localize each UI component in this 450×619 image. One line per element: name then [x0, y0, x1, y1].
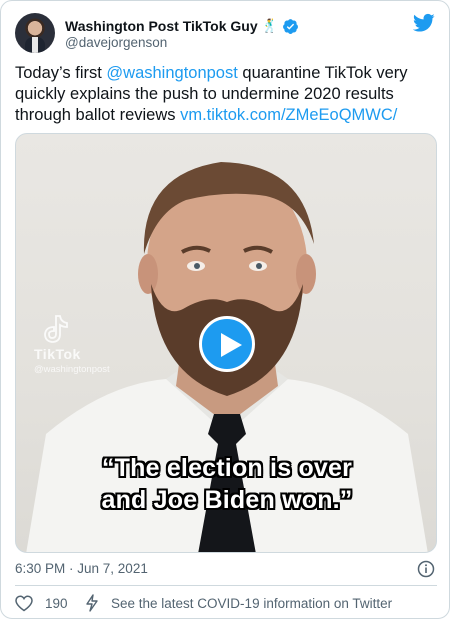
like-count: 190: [45, 595, 68, 611]
tiktok-watermark-user: @washingtonpost: [34, 364, 110, 375]
video-player[interactable]: TikTok @washingtonpost “The election is …: [15, 133, 437, 553]
avatar[interactable]: [15, 13, 55, 53]
play-button[interactable]: [199, 316, 255, 372]
covid-info-text: See the latest COVID-19 information on T…: [111, 595, 393, 611]
like-button[interactable]: 190: [15, 593, 68, 613]
dancer-emoji: 🕺: [261, 18, 278, 33]
twitter-bird-icon[interactable]: [413, 13, 435, 33]
user-handle[interactable]: @davejorgenson: [65, 35, 167, 50]
display-name[interactable]: Washington Post TikTok Guy: [65, 18, 258, 34]
lightning-icon: [86, 594, 98, 612]
tweet-card: Washington Post TikTok Guy 🕺 @davejorgen…: [0, 0, 450, 619]
covid-info-link[interactable]: See the latest COVID-19 information on T…: [85, 593, 392, 613]
tweet-text: Today’s first @washingtonpost quarantine…: [15, 63, 437, 126]
divider: [15, 585, 437, 586]
tiktok-url-link[interactable]: vm.tiktok.com/ZMeEoQMWC/: [180, 106, 397, 124]
heart-icon: [15, 594, 33, 611]
tiktok-logo-icon: [44, 315, 68, 343]
tweet-text-start: Today’s first: [15, 64, 107, 82]
tweet-meta: 6:30 PM · Jun 7, 2021: [15, 559, 437, 579]
tweet-actions: 190 See the latest COVID-19 information …: [15, 593, 437, 615]
mention-link[interactable]: @washingtonpost: [106, 64, 237, 82]
tiktok-watermark: TikTok @washingtonpost: [34, 314, 110, 375]
video-caption-line-1: “The election is over: [101, 454, 353, 482]
info-icon[interactable]: [417, 560, 435, 578]
video-caption-line-2: and Joe Biden won.”: [101, 486, 353, 514]
tweet-header: Washington Post TikTok Guy 🕺 @davejorgen…: [15, 13, 437, 57]
timestamp-link[interactable]: 6:30 PM · Jun 7, 2021: [15, 561, 148, 576]
play-icon: [221, 333, 242, 357]
name-row[interactable]: Washington Post TikTok Guy 🕺: [65, 16, 299, 36]
verified-badge-icon: [282, 18, 298, 34]
tiktok-watermark-name: TikTok: [34, 346, 81, 362]
